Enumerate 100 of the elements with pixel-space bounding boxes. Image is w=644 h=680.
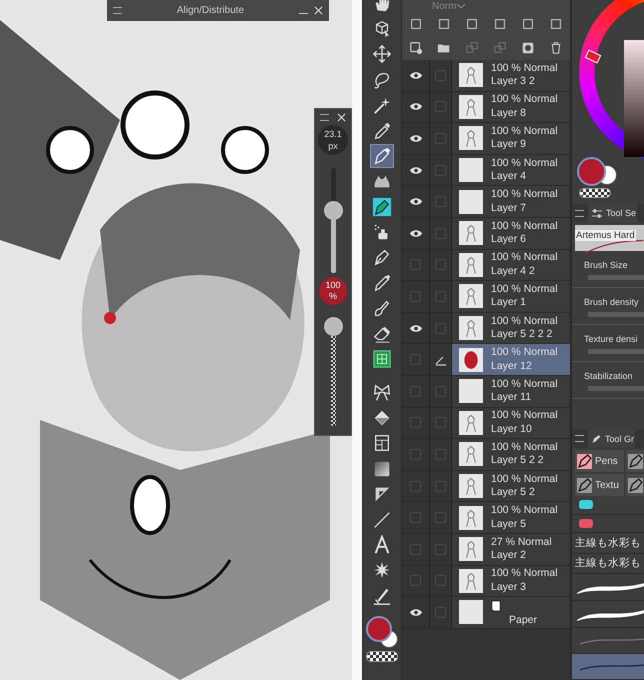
- layer-blend-mode: 100 % Normal: [491, 220, 558, 234]
- layer-name: Layer 1: [491, 296, 528, 310]
- layer-row[interactable]: 100 % Normal Layer 9: [452, 123, 570, 154]
- layer-name: Paper: [509, 614, 538, 626]
- layer-row[interactable]: 100 % Normal Layer 11: [452, 376, 570, 407]
- eye-icon[interactable]: [408, 70, 422, 80]
- main-color-swatch[interactable]: [366, 616, 392, 642]
- layer-blend-mode: 100 % Normal: [491, 504, 558, 518]
- brush-name: Artemus Hard: [575, 230, 636, 242]
- setting-slider[interactable]: [588, 312, 644, 317]
- layer-name: Layer 5 2 2: [491, 454, 545, 468]
- eye-icon[interactable]: [408, 608, 422, 617]
- sliders-icon: [591, 208, 603, 218]
- pen-icon: [628, 478, 643, 493]
- layer-name: Layer 12: [491, 360, 533, 374]
- setting-label: Brush density: [584, 296, 640, 307]
- sub-tool-item[interactable]: 主線も水彩も: [572, 533, 644, 554]
- layer-option-icon[interactable]: [465, 17, 479, 31]
- layer-blend-mode: 100 % Normal: [491, 409, 558, 423]
- layer-blend-mode: 100 % Normal: [491, 314, 558, 328]
- layer-name: Layer 3 2: [491, 75, 536, 89]
- marker-tool-icon[interactable]: [371, 196, 393, 218]
- sub-tool-group-button[interactable]: Textu: [575, 474, 624, 496]
- layer-row[interactable]: 100 % Normal Layer 5 2 2 2: [452, 312, 570, 344]
- layer-blend-mode: 100 % Normal: [491, 124, 558, 138]
- layer-blend-mode: 27 % Normal: [491, 536, 552, 550]
- setting-label: Brush Size: [584, 260, 629, 270]
- layer-option-icon[interactable]: [549, 17, 563, 31]
- layer-row[interactable]: 100 % Normal Layer 5 2 2: [452, 439, 570, 470]
- layer-name: Layer 10: [491, 422, 533, 436]
- setting-slider[interactable]: [588, 348, 644, 354]
- layer-blend-mode: 100 % Normal: [491, 346, 558, 360]
- setting-slider[interactable]: [588, 386, 644, 391]
- fill-tool-icon[interactable]: [371, 348, 393, 370]
- slider-thumb[interactable]: [324, 317, 342, 336]
- menu-icon[interactable]: [320, 114, 329, 120]
- pen-icon: [577, 454, 592, 469]
- eye-icon[interactable]: [408, 102, 422, 112]
- pen-tool-icon[interactable]: [371, 144, 393, 167]
- caret-icon: [456, 3, 466, 9]
- eye-icon[interactable]: [408, 324, 422, 333]
- new-layer-icon[interactable]: [409, 41, 423, 55]
- layer-blend-mode: 100 % Normal: [491, 472, 558, 486]
- menu-icon[interactable]: [575, 210, 584, 217]
- eye-icon[interactable]: [408, 134, 422, 143]
- slider-thumb[interactable]: [324, 200, 342, 220]
- layer-row[interactable]: 100 % Normal Layer 1: [452, 281, 570, 312]
- main-color-swatch[interactable]: [577, 157, 606, 186]
- layer-row[interactable]: 100 % Normal Layer 12: [452, 344, 570, 375]
- layer-name: Layer 8: [491, 106, 528, 120]
- canvas-area[interactable]: Align/Distribute 23.1 px 100 %: [0, 0, 362, 680]
- trash-icon[interactable]: [549, 41, 563, 55]
- layer-row[interactable]: Paper: [452, 597, 570, 628]
- layer-name: Layer 3: [491, 580, 528, 594]
- move-tool-icon[interactable]: [371, 43, 393, 66]
- transparent-color-swatch[interactable]: [579, 188, 611, 198]
- pen-icon: [591, 434, 602, 444]
- layer-row[interactable]: 100 % Normal Layer 8: [452, 92, 570, 122]
- layer-row[interactable]: 100 % Normal Layer 10: [452, 408, 570, 438]
- layer-blend-mode: 100 % Normal: [491, 440, 558, 454]
- tool-property-tab[interactable]: Tool Se: [588, 204, 638, 222]
- layer-row[interactable]: 100 % Normal Layer 3: [452, 566, 570, 596]
- layer-row[interactable]: 27 % Normal Layer 2: [452, 534, 570, 564]
- layer-option-icon[interactable]: [409, 17, 423, 31]
- layer-row[interactable]: 100 % Normal Layer 7: [452, 186, 570, 217]
- layer-option-icon[interactable]: [437, 17, 451, 31]
- opacity-readout: 100 %: [319, 277, 347, 305]
- layer-row[interactable]: 100 % Normal Layer 6: [452, 218, 570, 249]
- transparent-color-swatch[interactable]: [366, 651, 398, 662]
- eye-icon[interactable]: [408, 166, 422, 175]
- layer-name: Layer 5: [491, 518, 528, 532]
- paper-icon: [491, 600, 501, 612]
- eye-icon[interactable]: [408, 197, 422, 206]
- pen-icon[interactable]: [434, 354, 446, 366]
- layer-name: Layer 9: [491, 138, 528, 152]
- layer-row[interactable]: 100 % Normal Layer 5: [452, 502, 570, 533]
- layer-row[interactable]: 100 % Normal Layer 5 2: [452, 470, 570, 502]
- pen-icon: [628, 454, 643, 469]
- menu-icon[interactable]: [113, 7, 122, 14]
- layer-row[interactable]: 100 % Normal Layer 4 2: [452, 250, 570, 280]
- layer-name: Layer 2: [491, 549, 528, 563]
- layer-name: Layer 4 2: [491, 264, 536, 278]
- layer-option-icon[interactable]: [521, 17, 535, 31]
- setting-slider[interactable]: [588, 274, 644, 280]
- menu-icon[interactable]: [575, 435, 584, 442]
- layer-option-icon[interactable]: [493, 17, 507, 31]
- layer-blend-mode: 100 % Normal: [491, 567, 558, 581]
- layer-row[interactable]: 100 % Normal Layer 4: [452, 154, 570, 186]
- layer-name: Layer 5 2 2 2: [491, 328, 554, 342]
- layer-name: Layer 5 2: [491, 486, 536, 500]
- sub-tool-tab[interactable]: Tool Gr: [588, 430, 636, 448]
- sub-tool-item[interactable]: 主線も水彩も: [572, 554, 644, 574]
- close-icon[interactable]: [337, 112, 346, 122]
- layer-blend-mode: 100 % Normal: [491, 251, 558, 265]
- close-icon[interactable]: [314, 6, 323, 15]
- sub-tool-group-button[interactable]: Pens: [575, 450, 624, 472]
- layer-row[interactable]: 100 % Normal Layer 3 2: [452, 60, 570, 91]
- mask-icon[interactable]: [521, 41, 535, 55]
- eye-icon[interactable]: [408, 228, 422, 238]
- layer-blend-mode: 100 % Normal: [491, 188, 558, 202]
